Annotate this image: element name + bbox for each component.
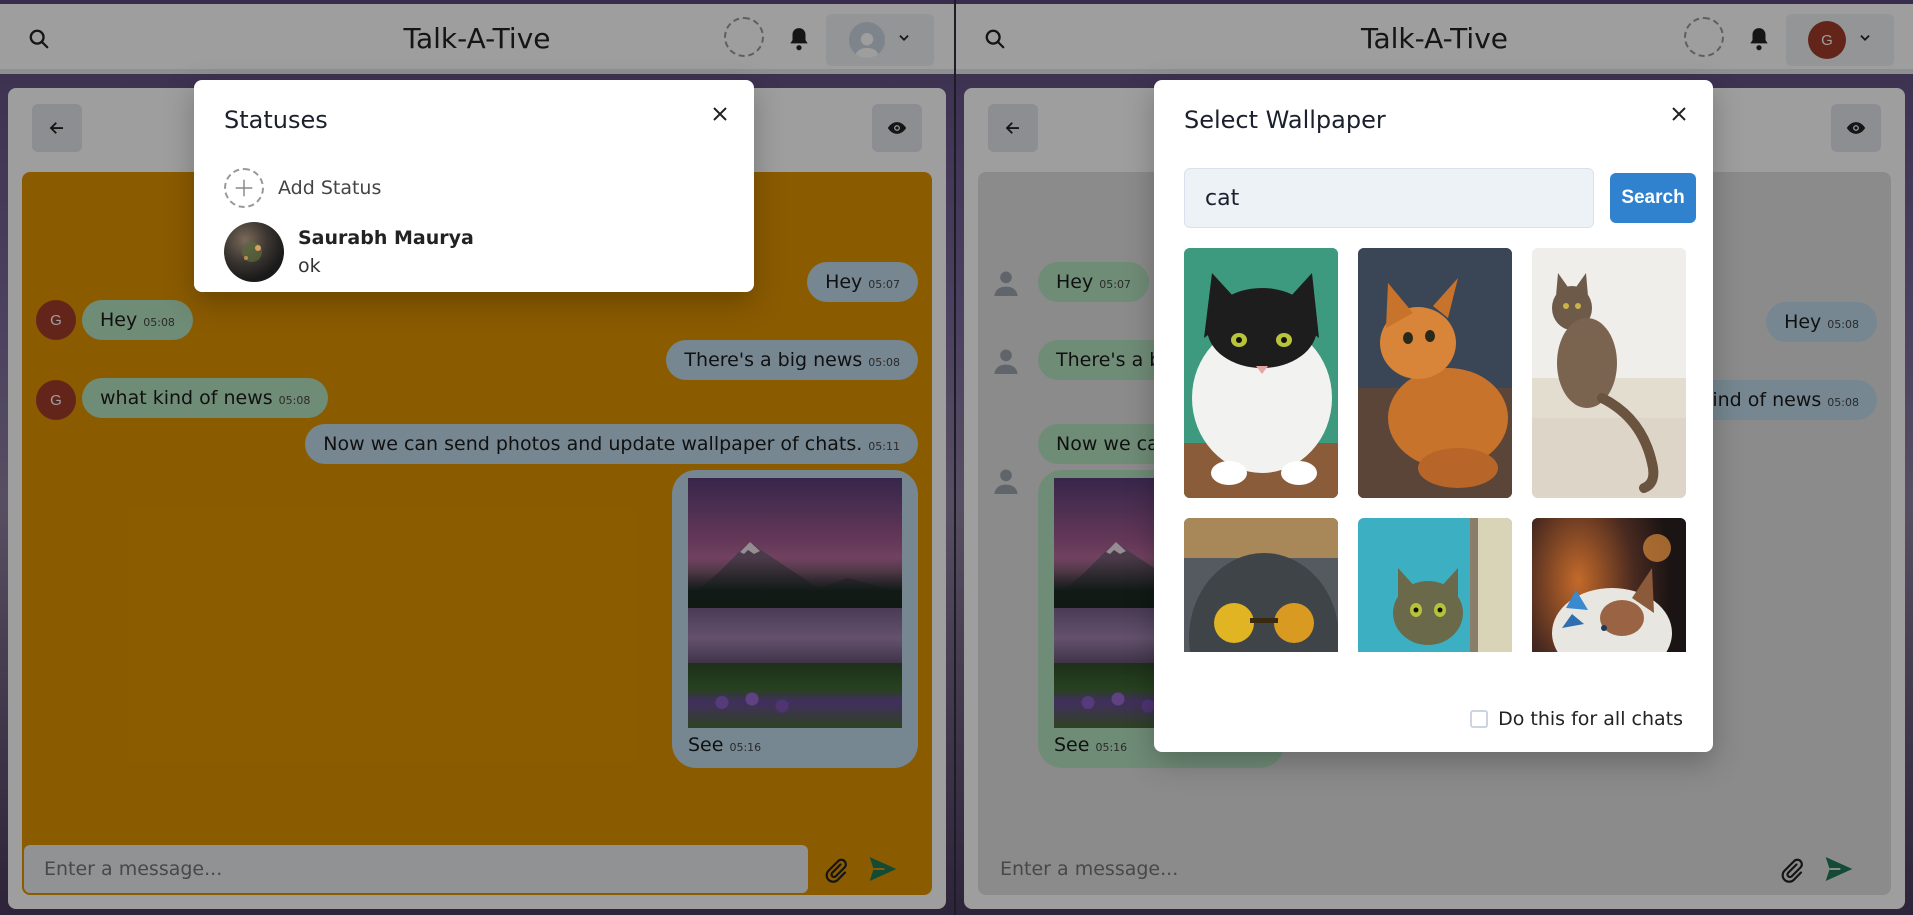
close-icon[interactable] bbox=[704, 98, 736, 130]
wallpaper-thumb[interactable] bbox=[1184, 518, 1338, 652]
wallpaper-thumb[interactable] bbox=[1358, 518, 1512, 652]
checkbox[interactable] bbox=[1470, 710, 1489, 728]
select-wallpaper-modal: Select Wallpaper Search bbox=[1154, 80, 1713, 752]
status-user-name: Saurabh Maurya bbox=[298, 227, 474, 249]
wallpaper-grid bbox=[1184, 248, 1699, 652]
avatar bbox=[224, 222, 284, 282]
wallpaper-search-input[interactable] bbox=[1184, 168, 1594, 228]
plus-icon bbox=[224, 168, 264, 208]
apply-all-checkbox[interactable]: Do this for all chats bbox=[1470, 708, 1683, 730]
modal-title: Select Wallpaper bbox=[1184, 106, 1386, 134]
search-button[interactable]: Search bbox=[1610, 173, 1696, 223]
close-icon[interactable] bbox=[1663, 98, 1695, 130]
add-status-label: Add Status bbox=[278, 177, 382, 199]
wallpaper-thumb[interactable] bbox=[1358, 248, 1512, 498]
modal-title: Statuses bbox=[224, 106, 328, 134]
add-status-button[interactable]: Add Status bbox=[224, 168, 381, 208]
left-panel: Talk-A-Tive Hey 05:07 G Hey 05:08 There'… bbox=[0, 0, 954, 915]
status-text: ok bbox=[298, 255, 321, 277]
right-panel: Talk-A-Tive G Hey 05:07 Hey 05:08 There'… bbox=[956, 0, 1913, 915]
wallpaper-thumb[interactable] bbox=[1184, 248, 1338, 498]
status-item[interactable]: Saurabh Maurya ok bbox=[224, 222, 474, 282]
apply-all-label: Do this for all chats bbox=[1498, 708, 1683, 730]
wallpaper-thumb[interactable] bbox=[1532, 248, 1686, 498]
statuses-modal: Statuses Add Status Saurabh Maurya ok bbox=[194, 80, 754, 292]
wallpaper-thumb[interactable] bbox=[1532, 518, 1686, 652]
